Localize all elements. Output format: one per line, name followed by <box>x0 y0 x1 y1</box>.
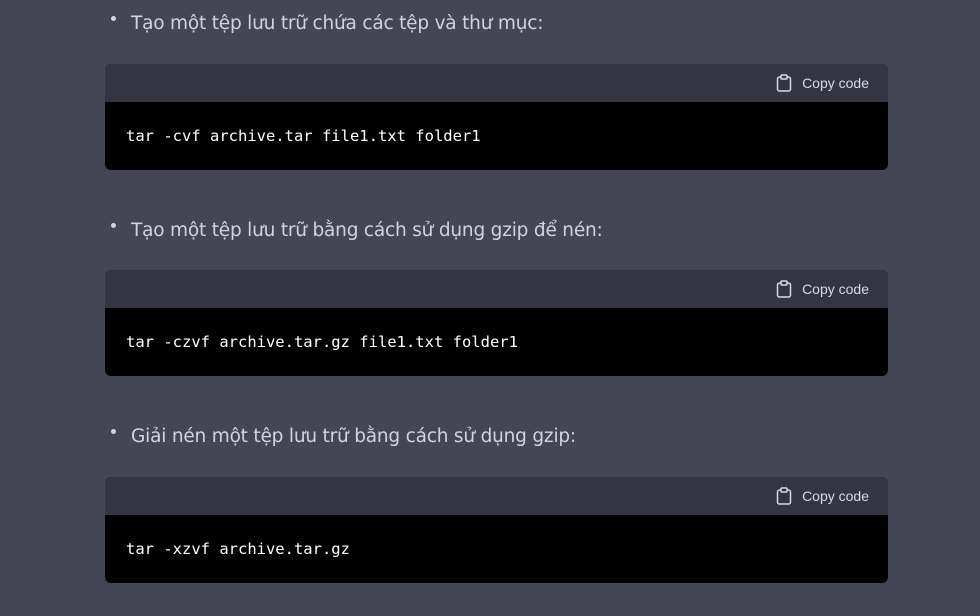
list-item-text: Tạo một tệp lưu trữ chứa các tệp và thư … <box>131 12 544 34</box>
code-block-body: tar -cvf archive.tar file1.txt folder1 <box>105 102 888 170</box>
bullet-dot <box>111 428 116 434</box>
list-item-text: Tạo một tệp lưu trữ bằng cách sử dụng gz… <box>131 219 603 241</box>
list-item-text: Giải nén một tệp lưu trữ bằng cách sử dụ… <box>131 425 576 447</box>
copy-code-label: Copy code <box>802 281 869 297</box>
copy-code-button[interactable]: Copy code <box>776 487 869 505</box>
bullet-dot <box>111 222 116 228</box>
code-block-body: tar -czvf archive.tar.gz file1.txt folde… <box>105 308 888 376</box>
code-block: Copy code tar -czvf archive.tar.gz file1… <box>105 270 888 376</box>
list-item: Giải nén một tệp lưu trữ bằng cách sử dụ… <box>111 424 576 448</box>
clipboard-icon <box>776 487 792 505</box>
code-block-header: Copy code <box>105 477 888 515</box>
copy-code-button[interactable]: Copy code <box>776 280 869 298</box>
code-block: Copy code tar -cvf archive.tar file1.txt… <box>105 64 888 170</box>
code-block: Copy code tar -xzvf archive.tar.gz <box>105 477 888 583</box>
list-item: Tạo một tệp lưu trữ bằng cách sử dụng gz… <box>111 218 603 242</box>
copy-code-label: Copy code <box>802 488 869 504</box>
bullet-dot <box>111 15 116 21</box>
clipboard-icon <box>776 74 792 92</box>
copy-code-button[interactable]: Copy code <box>776 74 869 92</box>
code-text: tar -czvf archive.tar.gz file1.txt folde… <box>126 333 518 351</box>
code-text: tar -xzvf archive.tar.gz <box>126 540 350 558</box>
code-block-header: Copy code <box>105 270 888 308</box>
code-text: tar -cvf archive.tar file1.txt folder1 <box>126 127 481 145</box>
code-block-body: tar -xzvf archive.tar.gz <box>105 515 888 583</box>
copy-code-label: Copy code <box>802 75 869 91</box>
clipboard-icon <box>776 280 792 298</box>
list-item: Tạo một tệp lưu trữ chứa các tệp và thư … <box>111 11 543 35</box>
code-block-header: Copy code <box>105 64 888 102</box>
